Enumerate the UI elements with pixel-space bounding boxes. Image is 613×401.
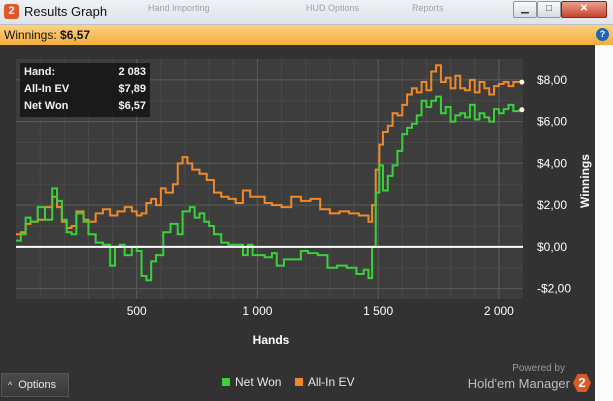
x-axis-label: Hands: [253, 333, 290, 347]
options-button[interactable]: ^ Options: [1, 373, 69, 397]
side-panel: [595, 45, 613, 401]
x-tick-label: 1 500: [363, 304, 393, 318]
winnings-bar: Winnings: $6,57 ?: [0, 25, 613, 46]
stats-key: All-In EV: [24, 83, 70, 95]
y-axis-label: Winnings: [578, 154, 592, 208]
legend-label: All-In EV: [307, 375, 355, 389]
chart-legend: Net Won All-In EV: [222, 375, 365, 389]
x-tick-label: 2 000: [484, 304, 514, 318]
brand-block: Powered by Hold'em Manager 2: [468, 363, 591, 392]
options-label: Options: [18, 379, 57, 391]
stats-row-allin-ev: All-In EV $7,89: [24, 83, 146, 99]
background-menu-item: Reports: [412, 3, 444, 13]
y-tick-label: $8,00: [537, 73, 567, 87]
stats-row-net-won: Net Won $6,57: [24, 100, 146, 116]
legend-swatch: [294, 378, 303, 386]
background-menu-item: Hand Importing: [148, 3, 210, 13]
series-end-point: [519, 107, 525, 113]
chevron-up-icon: ^: [8, 380, 13, 390]
stats-overlay: Hand: 2 083 All-In EV $7,89 Net Won $6,5…: [20, 63, 150, 117]
x-tick-label: 1 000: [242, 304, 272, 318]
series-end-point: [519, 79, 525, 85]
app-logo-icon: 2: [4, 4, 19, 19]
y-tick-label: $0,00: [537, 240, 567, 254]
stats-value: $6,57: [118, 100, 146, 112]
winnings-value: $6,57: [60, 28, 91, 42]
title-bar: 2 Results Graph Hand Importing HUD Optio…: [0, 0, 613, 25]
winnings-label: Winnings:: [4, 28, 57, 42]
legend-item-allin-ev[interactable]: All-In EV: [294, 375, 355, 389]
y-tick-label: $6,00: [537, 115, 567, 129]
background-menu-item: HUD Options: [306, 3, 360, 13]
bottom-bar: ^ Options Net Won All-In EV Powered by Ho…: [0, 363, 595, 401]
legend-label: Net Won: [235, 375, 282, 389]
stats-value: 2 083: [118, 66, 146, 78]
legend-item-net-won[interactable]: Net Won: [222, 375, 281, 389]
y-tick-label: -$2,00: [537, 282, 571, 296]
stats-key: Hand:: [24, 66, 56, 78]
legend-swatch: [222, 378, 230, 386]
close-button[interactable]: ✕: [561, 1, 607, 18]
stats-key: Net Won: [24, 100, 69, 112]
y-tick-label: $4,00: [537, 156, 567, 170]
maximize-button[interactable]: □: [537, 1, 561, 18]
winnings-summary: Winnings: $6,57: [4, 28, 90, 42]
window-title: Results Graph: [24, 4, 108, 19]
results-chart: 500 1 000 1 500 2 000 -$2,00 $0,00 $2,00 $4,00 $…: [0, 45, 595, 371]
x-tick-label: 500: [127, 304, 147, 318]
y-tick-label: $2,00: [537, 198, 567, 212]
brand-logo-icon: 2: [573, 374, 591, 392]
powered-by-text: Powered by: [512, 363, 565, 374]
minimize-button[interactable]: ▁: [513, 1, 537, 18]
stats-row-hand: Hand: 2 083: [24, 66, 146, 82]
help-icon[interactable]: ?: [596, 28, 609, 41]
brand-name: Hold'em Manager: [467, 375, 570, 391]
stats-value: $7,89: [118, 83, 146, 95]
